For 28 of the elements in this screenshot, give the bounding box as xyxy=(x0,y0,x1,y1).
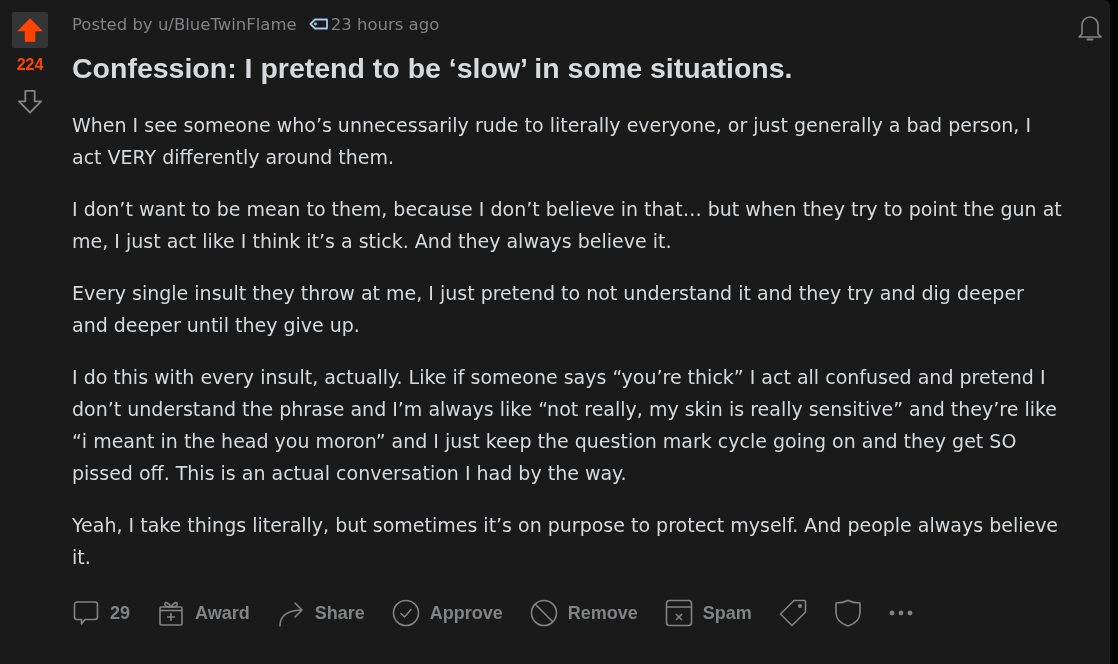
remove-button[interactable]: Remove xyxy=(523,595,644,631)
award-button[interactable]: Award xyxy=(151,595,256,631)
comment-icon xyxy=(72,599,100,627)
post-paragraph: I do this with every insult, actually. Like if someone says “you’re thick” I act all confused and pretend I don’t understand the phrase and I’m always like “not really, my skin is really sensitive” and they’re like “i meant in the head you moron” and I just keep the question mark cycle going on and they get SO pissed off. This is an actual conversation I had by the way. xyxy=(72,365,1059,486)
more-icon xyxy=(888,610,913,616)
spam-box-icon xyxy=(664,599,693,627)
tag-icon xyxy=(308,18,329,30)
tag-icon xyxy=(778,599,807,627)
spam-button[interactable]: Spam xyxy=(658,595,758,631)
comments-button[interactable]: 29 xyxy=(66,595,137,631)
up-arrow-icon xyxy=(16,16,44,44)
posted-by-text: Posted by u/BlueTwinFlame xyxy=(72,14,297,34)
post-paragraph: I don’t want to be mean to them, because I don’t believe in that… but when they try to point the gun at me, I just act like I think it’s a stick. And they always believe it. xyxy=(72,197,1063,254)
shield-icon xyxy=(833,599,862,627)
vote-score: 224 xyxy=(16,55,44,75)
post-paragraph: When I see someone who’s unnecessarily rude to literally everyone, or just generally a bad person, I act VERY differently around them. xyxy=(72,113,1033,170)
post-paragraph: Every single insult they throw at me, I just pretend to not understand it and they try and dig deeper and deeper until they give up. xyxy=(72,281,1025,338)
share-arrow-icon xyxy=(276,599,305,627)
down-arrow-icon xyxy=(16,88,44,116)
prohibited-icon xyxy=(529,599,558,627)
post-time: 23 hours ago xyxy=(330,14,440,34)
share-button[interactable]: Share xyxy=(270,595,371,631)
check-circle-icon xyxy=(391,599,420,627)
upvote-button[interactable] xyxy=(12,12,48,48)
post-title: Confession: I pretend to be ‘slow’ in some situations. xyxy=(72,51,794,86)
gift-icon xyxy=(157,599,186,627)
approve-button[interactable]: Approve xyxy=(385,595,509,631)
post-paragraph: Yeah, I take things literally, but sometimes it’s on purpose to protect myself. And people always believe it. xyxy=(72,513,1060,570)
